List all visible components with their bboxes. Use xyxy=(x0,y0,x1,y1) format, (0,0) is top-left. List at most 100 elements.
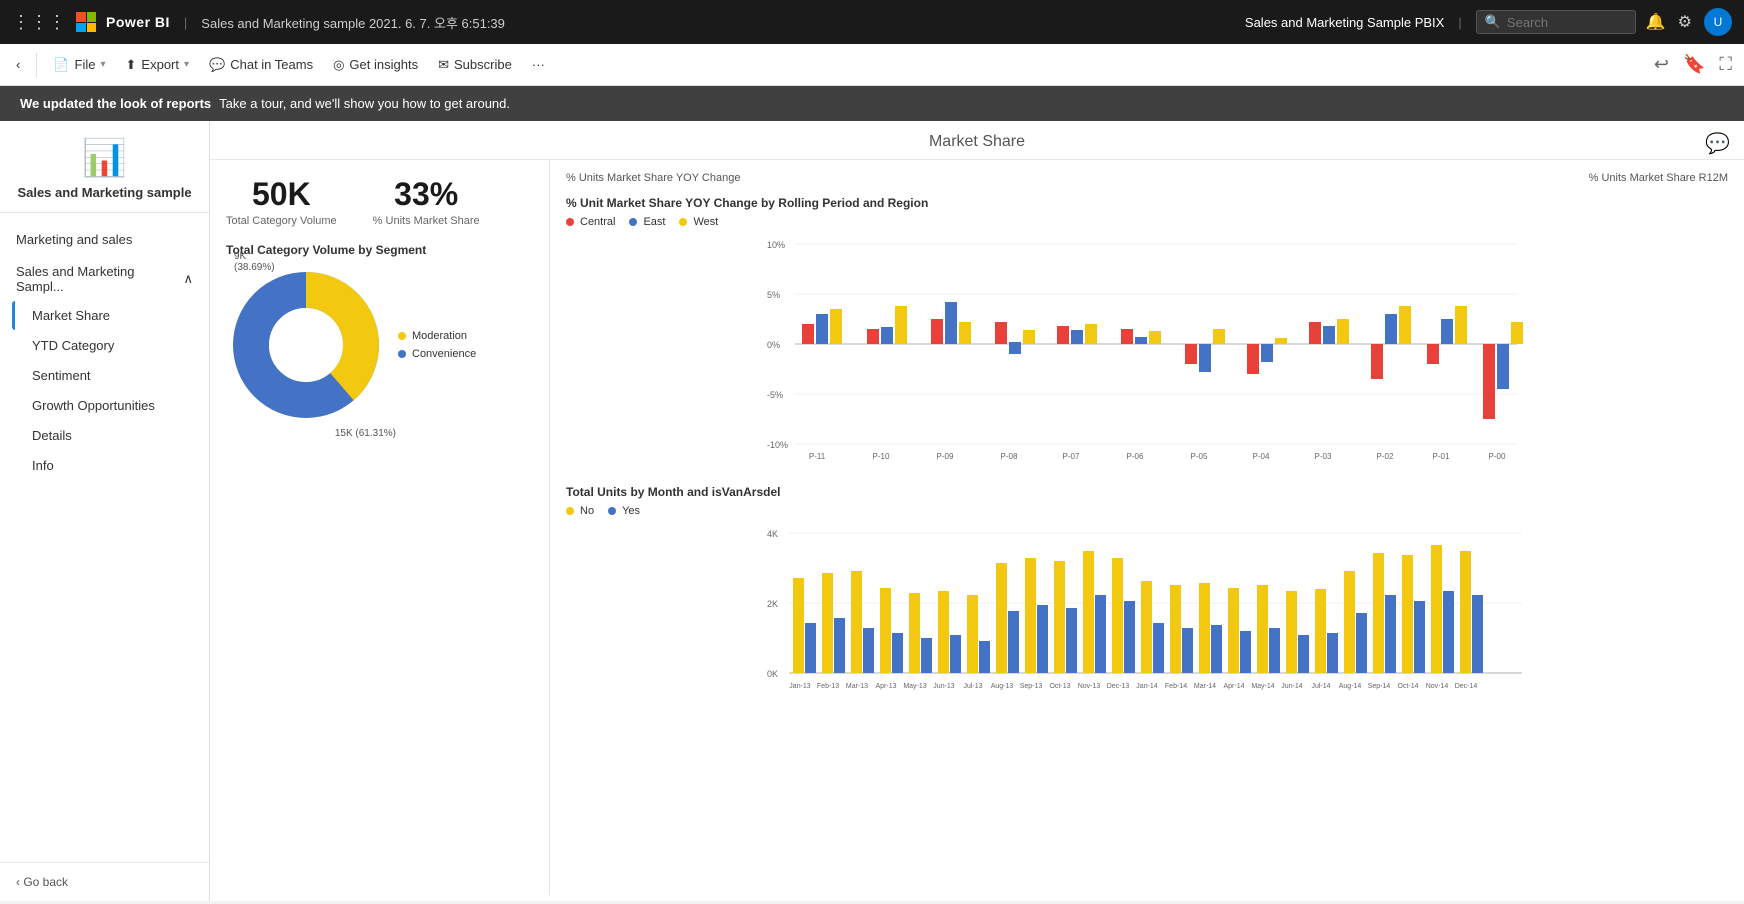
chat-teams-button[interactable]: 💬 Chat in Teams xyxy=(201,52,321,78)
top-bar: ⋮⋮⋮ Power BI | Sales and Marketing sampl… xyxy=(0,0,1744,44)
comment-icon[interactable]: 💬 xyxy=(1705,131,1730,156)
legend-central: Central xyxy=(566,216,615,228)
sidebar-top-section: Marketing and sales xyxy=(0,223,209,256)
svg-text:P-08: P-08 xyxy=(1001,452,1018,461)
kpi-share-label: % Units Market Share xyxy=(373,215,480,227)
monthly-chart-container: Total Units by Month and isVanArsdel No … xyxy=(566,485,1728,883)
file-button[interactable]: 📄 File ▾ xyxy=(45,52,113,78)
more-button[interactable]: ··· xyxy=(524,52,553,77)
kpi-row: 50K Total Category Volume 33% % Units Ma… xyxy=(226,176,533,227)
banner-bold-text: We updated the look of reports xyxy=(20,96,211,111)
legend-convenience: Convenience xyxy=(398,348,476,360)
banner-text: Take a tour, and we'll show you how to g… xyxy=(219,96,510,111)
undo-button[interactable]: ↩ xyxy=(1650,50,1673,79)
report-canvas: Market Share 💬 50K Total Category Volume… xyxy=(210,121,1744,901)
svg-text:P-04: P-04 xyxy=(1253,452,1270,461)
legend-no: No xyxy=(566,505,594,517)
report-title-text: Market Share xyxy=(929,133,1025,150)
sidebar-title: Sales and Marketing sample xyxy=(17,185,191,200)
svg-text:0%: 0% xyxy=(767,340,780,350)
no-dot xyxy=(566,507,574,515)
kpi-volume-label: Total Category Volume xyxy=(226,215,337,227)
kpi-volume-value: 50K xyxy=(226,176,337,213)
svg-text:P-02: P-02 xyxy=(1377,452,1394,461)
sidebar-section-header[interactable]: Sales and Marketing Sampl... ∧ xyxy=(12,258,197,300)
donut-container: 9K (38.69%) xyxy=(226,265,533,425)
west-label: West xyxy=(693,216,718,228)
svg-text:Jan-13: Jan-13 xyxy=(789,683,811,690)
moderation-dot xyxy=(398,332,406,340)
donut-chart-container: Total Category Volume by Segment 9K (38.… xyxy=(226,243,533,425)
sidebar-item-sentiment[interactable]: Sentiment xyxy=(12,361,197,390)
svg-text:10%: 10% xyxy=(767,240,785,250)
collapse-nav-button[interactable]: ‹ xyxy=(8,52,28,77)
kpi-total-volume: 50K Total Category Volume xyxy=(226,176,337,227)
svg-text:Jun-13: Jun-13 xyxy=(933,683,955,690)
app-grid-icon[interactable]: ⋮⋮⋮ xyxy=(12,12,66,33)
fullscreen-icon: ⛶ xyxy=(1719,54,1732,75)
donut-legend: Moderation Convenience xyxy=(398,330,476,360)
yoy-chart-container: % Unit Market Share YOY Change by Rollin… xyxy=(566,196,1728,477)
svg-text:Feb-14: Feb-14 xyxy=(1165,683,1187,690)
legend-east: East xyxy=(629,216,665,228)
report-pbix-name: Sales and Marketing Sample PBIX xyxy=(1245,15,1444,30)
donut-label-bottom: 15K (61.31%) xyxy=(335,428,396,439)
sidebar-item-ytd-category[interactable]: YTD Category xyxy=(12,331,197,360)
sidebar-item-market-share[interactable]: Market Share xyxy=(12,301,197,330)
svg-text:Oct-14: Oct-14 xyxy=(1397,683,1418,690)
convenience-label: Convenience xyxy=(412,348,476,360)
donut-svg xyxy=(226,265,386,425)
svg-text:Dec-14: Dec-14 xyxy=(1455,683,1478,690)
sidebar-item-info[interactable]: Info xyxy=(12,451,197,480)
bell-icon[interactable]: 🔔 xyxy=(1646,12,1666,32)
top-bar-icons: 🔔 ⚙ U xyxy=(1646,8,1732,36)
settings-icon[interactable]: ⚙ xyxy=(1678,12,1692,32)
right-panel: % Units Market Share YOY Change % Units … xyxy=(550,160,1744,895)
svg-text:Feb-13: Feb-13 xyxy=(817,683,839,690)
sidebar-item-growth-opportunities[interactable]: Growth Opportunities xyxy=(12,391,197,420)
svg-text:4K: 4K xyxy=(767,529,778,539)
user-avatar[interactable]: U xyxy=(1704,8,1732,36)
central-label: Central xyxy=(580,216,615,228)
file-label: File xyxy=(75,57,96,72)
go-back-button[interactable]: ‹ Go back xyxy=(0,862,209,901)
sidebar-nav: Marketing and sales Sales and Marketing … xyxy=(0,213,209,862)
file-icon: 📄 xyxy=(53,57,69,73)
search-input[interactable] xyxy=(1507,15,1627,30)
collapse-icon: ‹ xyxy=(16,57,20,72)
bookmark-button[interactable]: 🔖 xyxy=(1679,50,1709,79)
svg-text:P-03: P-03 xyxy=(1315,452,1332,461)
yes-dot xyxy=(608,507,616,515)
svg-text:Apr-13: Apr-13 xyxy=(875,683,896,690)
yoy-header-right: % Units Market Share R12M xyxy=(1589,172,1728,184)
monthly-chart-title: Total Units by Month and isVanArsdel xyxy=(566,485,1728,499)
update-banner: We updated the look of reports Take a to… xyxy=(0,86,1744,121)
svg-text:P-11: P-11 xyxy=(809,452,826,461)
toolbar: ‹ 📄 File ▾ ⬆ Export ▾ 💬 Chat in Teams ◎ … xyxy=(0,44,1744,86)
get-insights-button[interactable]: ◎ Get insights xyxy=(325,52,426,78)
insights-label: Get insights xyxy=(349,57,418,72)
fullscreen-button[interactable]: ⛶ xyxy=(1715,50,1736,79)
subscribe-icon: ✉ xyxy=(438,57,449,73)
svg-text:Nov-13: Nov-13 xyxy=(1078,683,1101,690)
svg-text:Jul-13: Jul-13 xyxy=(963,683,982,690)
export-label: Export xyxy=(141,57,179,72)
report-file-title: Sales and Marketing sample 2021. 6. 7. 오… xyxy=(201,13,1235,32)
search-box[interactable]: 🔍 xyxy=(1476,10,1636,34)
export-button[interactable]: ⬆ Export ▾ xyxy=(118,52,198,78)
export-caret: ▾ xyxy=(184,59,189,70)
svg-text:2K: 2K xyxy=(767,599,778,609)
svg-text:Jul-14: Jul-14 xyxy=(1311,683,1330,690)
powerbi-brand: Power BI xyxy=(106,14,170,30)
undo-icon: ↩ xyxy=(1654,54,1669,75)
sidebar-item-marketing-sales[interactable]: Marketing and sales xyxy=(12,225,197,254)
export-icon: ⬆ xyxy=(126,57,137,73)
left-panel: 50K Total Category Volume 33% % Units Ma… xyxy=(210,160,550,895)
sidebar-item-details[interactable]: Details xyxy=(12,421,197,450)
subscribe-button[interactable]: ✉ Subscribe xyxy=(430,52,520,78)
east-label: East xyxy=(643,216,665,228)
subscribe-label: Subscribe xyxy=(454,57,512,72)
search-icon: 🔍 xyxy=(1485,14,1501,30)
divider: | xyxy=(1458,15,1461,30)
svg-text:P-10: P-10 xyxy=(873,452,890,461)
